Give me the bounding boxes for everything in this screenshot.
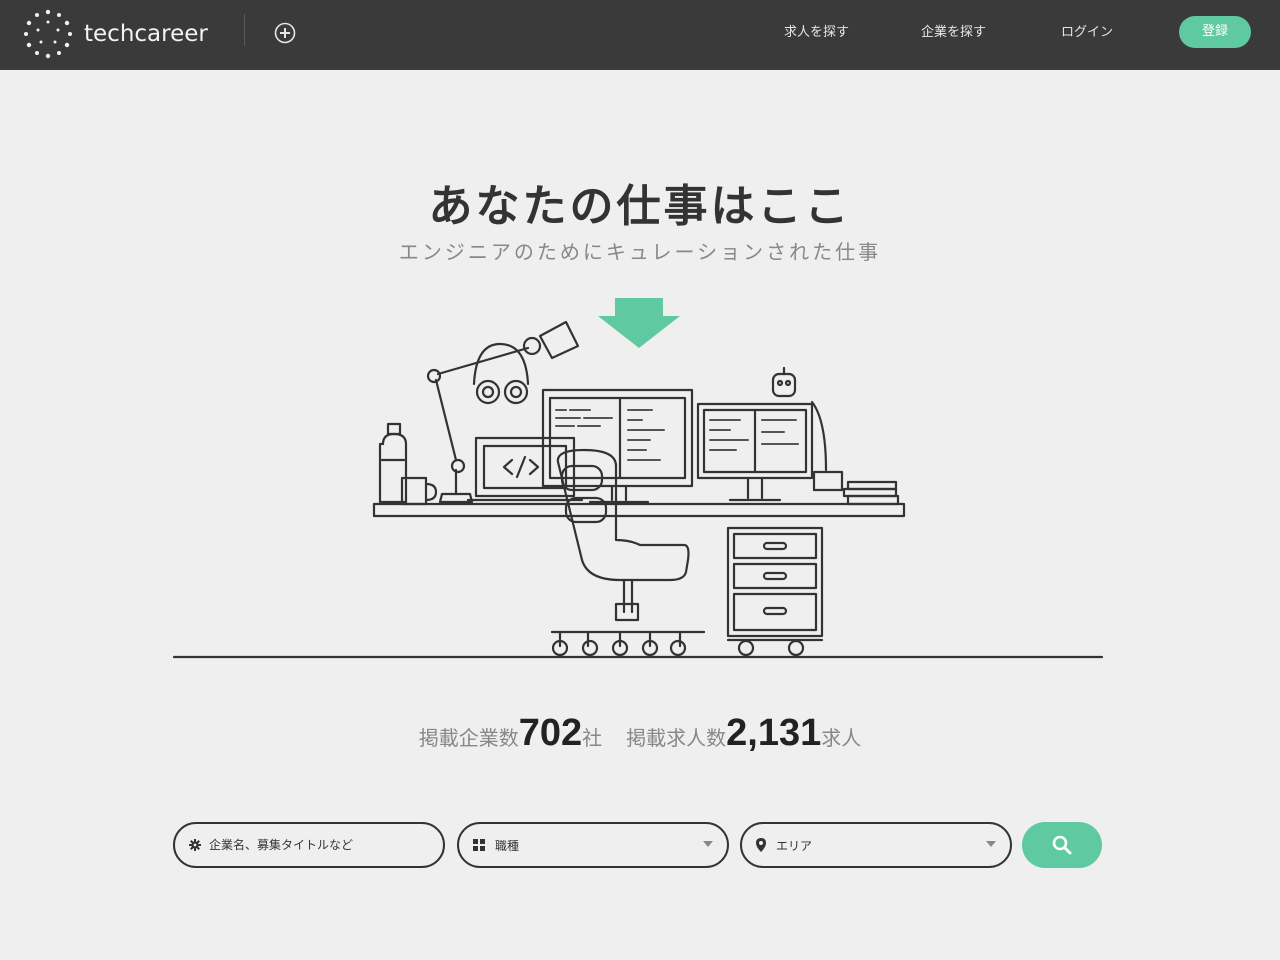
- top-navigation-bar: techcareer 求人を探す 企業を探す ログイン 登録: [0, 0, 1280, 70]
- brand-logo[interactable]: techcareer: [22, 8, 208, 60]
- gear-icon: [189, 839, 201, 851]
- jobs-count-unit: 求人: [821, 726, 862, 750]
- hero-title: あなたの仕事はここ: [428, 181, 852, 232]
- jobs-count: 2,131: [726, 712, 822, 754]
- chevron-down-icon: [986, 841, 996, 847]
- job-type-label: 職種: [495, 838, 520, 853]
- area-select[interactable]: エリア: [740, 822, 1012, 868]
- nav-search-jobs[interactable]: 求人を探す: [784, 22, 849, 44]
- desk-lamp: [426, 320, 580, 504]
- area-label: エリア: [776, 838, 813, 853]
- book-stack: [842, 480, 900, 506]
- companies-count-label: 掲載企業数: [418, 726, 519, 750]
- nav-search-companies[interactable]: 企業を探す: [921, 22, 986, 44]
- search-icon: [1052, 835, 1072, 855]
- right-monitor: [696, 402, 814, 502]
- job-type-select[interactable]: 職種: [457, 822, 729, 868]
- brand-name: techcareer: [84, 21, 208, 47]
- companies-count: 702: [518, 712, 583, 754]
- search-button[interactable]: [1022, 822, 1102, 868]
- listing-stats: 掲載企業数702社 掲載求人数2,131求人: [0, 712, 1280, 755]
- plus-circle-icon[interactable]: [274, 22, 296, 44]
- register-button[interactable]: 登録: [1179, 16, 1251, 48]
- headphones: [472, 342, 530, 405]
- header-divider: [244, 14, 245, 46]
- workspace-illustration: [172, 298, 1104, 659]
- robot-figure: [771, 366, 797, 398]
- down-arrow-icon: [598, 298, 680, 348]
- drawer-cabinet: [726, 526, 824, 657]
- nav-login[interactable]: ログイン: [1061, 22, 1113, 44]
- chevron-down-icon: [703, 841, 713, 847]
- jobs-count-label: 掲載求人数: [626, 726, 727, 750]
- companies-count-unit: 社: [582, 726, 603, 750]
- desk-top: [372, 502, 906, 518]
- keyword-search-field[interactable]: [173, 822, 445, 868]
- grid-icon: [473, 839, 485, 851]
- dotted-circle-logo-icon: [24, 9, 72, 59]
- id-badge: [810, 400, 844, 492]
- keyword-search-input[interactable]: [209, 838, 419, 852]
- location-pin-icon: [756, 838, 766, 852]
- hero-subtitle: エンジニアのためにキュレーションされた仕事: [398, 240, 882, 264]
